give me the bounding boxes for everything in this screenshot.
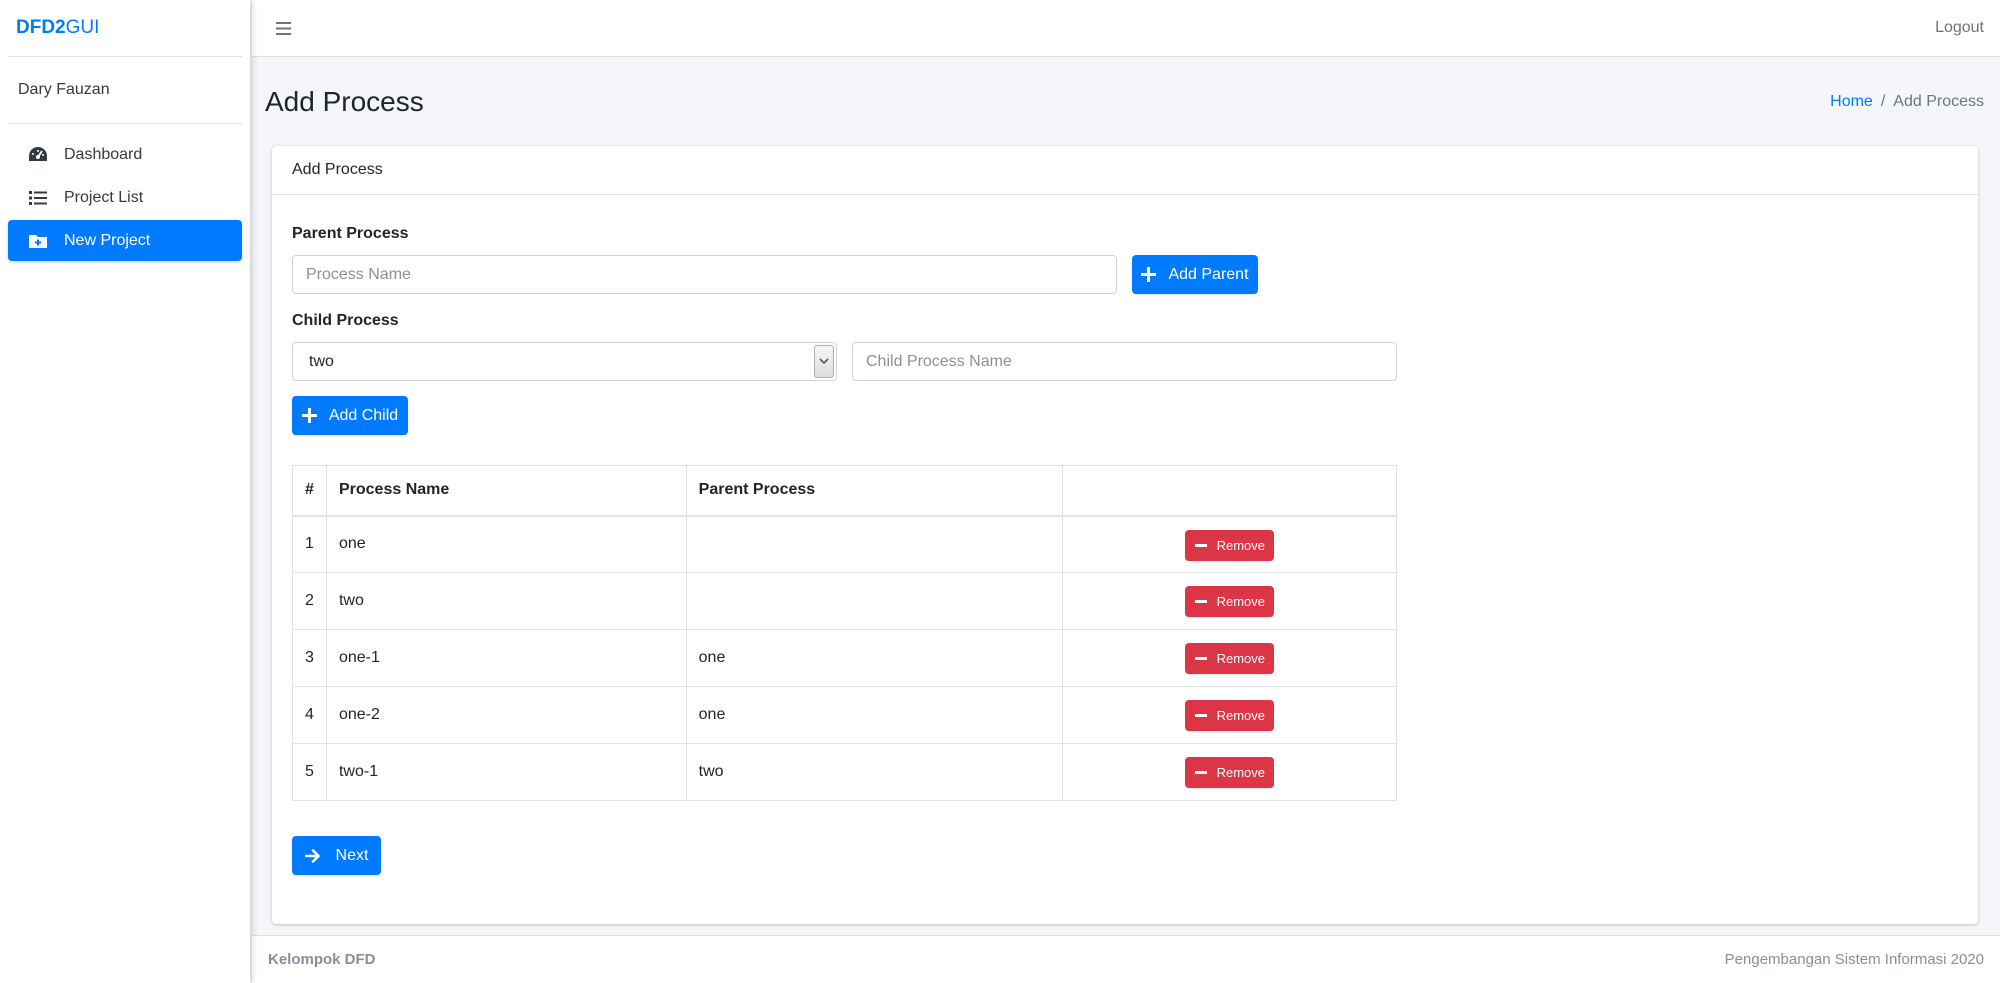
row-number: 2 xyxy=(292,572,327,630)
plus-icon xyxy=(1141,267,1157,282)
sidebar-item-project-list[interactable]: Project List xyxy=(8,177,242,218)
row-actions: Remove xyxy=(1062,572,1397,630)
page-title: Add Process xyxy=(265,86,424,117)
child-process-name-input[interactable] xyxy=(852,342,1397,381)
remove-label: Remove xyxy=(1216,594,1266,609)
row-process-name: one-1 xyxy=(325,629,687,687)
footer: Kelompok DFD Pengembangan Sistem Informa… xyxy=(252,935,2000,983)
row-number: 1 xyxy=(292,515,327,573)
minus-icon xyxy=(1194,600,1207,603)
arrow-right-icon xyxy=(304,848,320,863)
add-child-button[interactable]: Add Child xyxy=(292,396,408,435)
chevron-down-icon xyxy=(814,345,834,378)
process-table: # Process Name Parent Process 1 one Remo… xyxy=(292,465,1397,801)
breadcrumb-current: Add Process xyxy=(1893,93,1984,110)
add-parent-label: Add Parent xyxy=(1168,265,1249,283)
brand-light: GUI xyxy=(65,17,100,38)
row-process-name: one xyxy=(325,515,687,573)
top-navbar: Logout xyxy=(252,0,2000,57)
row-actions: Remove xyxy=(1062,686,1397,744)
process-name-input[interactable] xyxy=(292,255,1117,294)
brand-bold: DFD2 xyxy=(16,17,66,38)
sidebar-item-dashboard[interactable]: Dashboard xyxy=(8,134,242,175)
row-process-name: one-2 xyxy=(325,686,687,744)
footer-right-text: Pengembangan Sistem Informasi 2020 xyxy=(1724,951,1984,968)
card-title: Add Process xyxy=(272,146,1978,195)
remove-label: Remove xyxy=(1216,651,1266,666)
sidebar-nav: Dashboard Project List New Project xyxy=(0,124,250,273)
row-number: 5 xyxy=(292,743,327,801)
parent-process-select[interactable]: two xyxy=(292,342,837,381)
row-process-name: two xyxy=(325,572,687,630)
select-value: two xyxy=(309,352,334,370)
table-header-row: # Process Name Parent Process xyxy=(292,465,1397,517)
hamburger-menu-icon[interactable] xyxy=(272,17,294,39)
sidebar-item-label: New Project xyxy=(64,231,151,249)
column-header-actions xyxy=(1062,465,1397,517)
table-row: 2 two Remove xyxy=(292,572,1397,630)
column-header-parent-process: Parent Process xyxy=(685,465,1064,517)
minus-icon xyxy=(1194,771,1207,774)
row-parent-process xyxy=(685,515,1064,573)
next-label: Next xyxy=(335,846,369,864)
sidebar-item-label: Project List xyxy=(64,188,144,206)
brand-logo[interactable]: DFD2 GUI xyxy=(8,0,242,57)
remove-button[interactable]: Remove xyxy=(1185,757,1275,788)
sidebar-item-new-project[interactable]: New Project xyxy=(8,220,242,261)
row-process-name: two-1 xyxy=(325,743,687,801)
logout-link[interactable]: Logout xyxy=(1935,19,1984,37)
folder-plus-icon xyxy=(28,231,48,251)
breadcrumb-home-link[interactable]: Home xyxy=(1830,93,1873,110)
add-parent-button[interactable]: Add Parent xyxy=(1132,255,1258,294)
minus-icon xyxy=(1194,657,1207,660)
column-header-process-name: Process Name xyxy=(325,465,687,517)
row-actions: Remove xyxy=(1062,515,1397,573)
remove-button[interactable]: Remove xyxy=(1185,529,1275,561)
parent-process-label: Parent Process xyxy=(292,225,409,242)
remove-label: Remove xyxy=(1216,765,1266,780)
row-actions: Remove xyxy=(1062,743,1397,801)
breadcrumb: Home / Add Process xyxy=(1830,93,1984,111)
user-panel[interactable]: Dary Fauzan xyxy=(8,57,242,124)
remove-label: Remove xyxy=(1216,537,1266,553)
row-parent-process: one xyxy=(685,686,1064,744)
remove-button[interactable]: Remove xyxy=(1185,643,1275,674)
row-actions: Remove xyxy=(1062,629,1397,687)
row-parent-process: two xyxy=(685,743,1064,801)
tachometer-icon xyxy=(28,145,48,165)
table-row: 3 one-1 one Remove xyxy=(292,629,1397,687)
remove-button[interactable]: Remove xyxy=(1185,700,1275,731)
plus-icon xyxy=(301,408,317,423)
row-parent-process: one xyxy=(685,629,1064,687)
next-button[interactable]: Next xyxy=(292,836,381,875)
table-row: 1 one Remove xyxy=(292,515,1397,573)
footer-left-text: Kelompok DFD xyxy=(268,951,376,968)
user-name: Dary Fauzan xyxy=(18,81,110,98)
row-parent-process xyxy=(685,572,1064,630)
breadcrumb-separator: / xyxy=(1880,93,1886,110)
child-process-label: Child Process xyxy=(292,312,399,329)
column-header-number: # xyxy=(292,465,327,517)
sidebar: DFD2 GUI Dary Fauzan Dashboard Project Li… xyxy=(0,0,250,983)
table-row: 4 one-2 one Remove xyxy=(292,686,1397,744)
row-number: 4 xyxy=(292,686,327,744)
row-number: 3 xyxy=(292,629,327,687)
add-child-label: Add Child xyxy=(328,406,399,424)
add-process-card: Add Process Parent Process Add Parent Ch… xyxy=(272,146,1978,924)
remove-button[interactable]: Remove xyxy=(1185,586,1275,617)
sidebar-item-label: Dashboard xyxy=(64,145,143,163)
remove-label: Remove xyxy=(1216,708,1266,723)
minus-icon xyxy=(1194,543,1207,547)
minus-icon xyxy=(1194,714,1207,717)
list-icon xyxy=(28,188,48,208)
table-row: 5 two-1 two Remove xyxy=(292,743,1397,801)
content-header: Add Process Home / Add Process xyxy=(265,57,1984,147)
